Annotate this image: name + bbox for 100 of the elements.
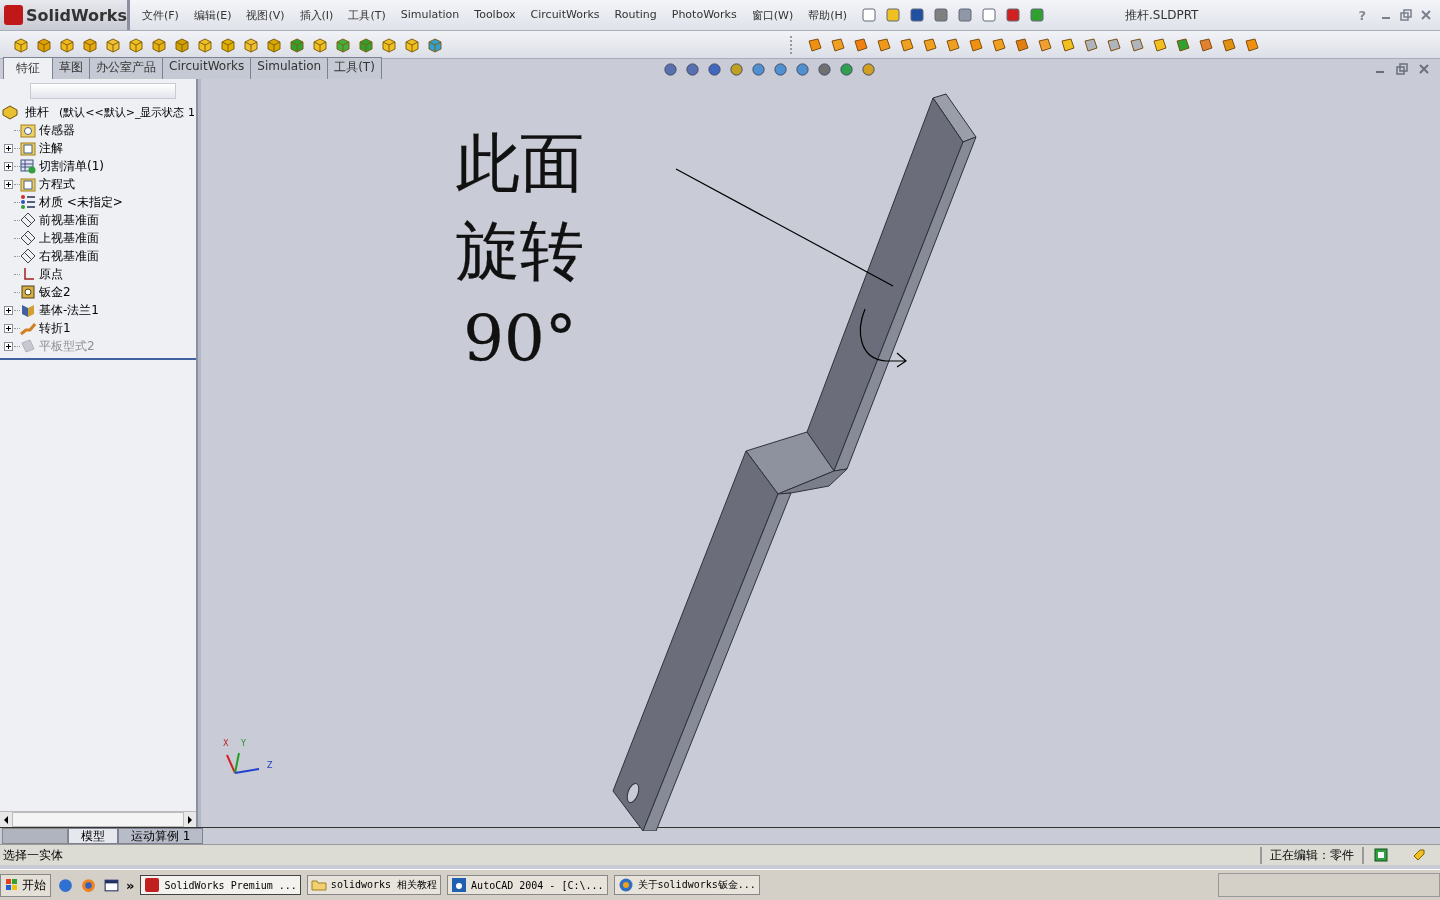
taskbar-button[interactable]: SolidWorks Premium ...: [140, 875, 301, 895]
view-tool-icon[interactable]: [685, 61, 700, 77]
tree-item[interactable]: 钣金2: [39, 283, 71, 301]
menu-item[interactable]: 插入(I): [299, 7, 334, 23]
more-chevron[interactable]: »: [126, 877, 135, 893]
globe-icon[interactable]: [80, 876, 97, 894]
bend-icon: [20, 320, 36, 336]
sheet-metal-tool-icon[interactable]: [1174, 35, 1192, 54]
help-icon[interactable]: [1374, 848, 1388, 862]
sheet-metal-tool-icon[interactable]: [806, 35, 824, 54]
tree-item[interactable]: 方程式: [39, 175, 75, 193]
command-tab[interactable]: CircuitWorks: [162, 57, 252, 79]
app-name: SolidWorks: [25, 5, 127, 25]
menu-item[interactable]: Routing: [614, 7, 657, 23]
gauge-folder-icon: [20, 122, 36, 138]
sheet-metal-tool-icon[interactable]: [898, 35, 916, 54]
menu-item[interactable]: 视图(V): [246, 7, 285, 23]
view-tool-icon[interactable]: [663, 61, 678, 77]
menu-item[interactable]: Simulation: [400, 7, 460, 23]
tree-item[interactable]: 原点: [39, 265, 63, 283]
close-icon[interactable]: [1420, 9, 1432, 21]
sheet-metal-tool-icon[interactable]: [875, 35, 893, 54]
view-tool-icon[interactable]: [729, 61, 744, 77]
toolbar-icon[interactable]: [861, 7, 878, 23]
view-tool-icon[interactable]: [795, 61, 810, 77]
windows-flag-icon: [5, 878, 19, 892]
menu-item[interactable]: CircuitWorks: [530, 7, 600, 23]
view-tool-icon[interactable]: [839, 61, 854, 77]
view-tool-icon[interactable]: [773, 61, 788, 77]
close-icon[interactable]: [1418, 63, 1430, 75]
toolbar-icon[interactable]: [981, 7, 998, 23]
toolbar-icon[interactable]: [885, 7, 902, 23]
command-tab[interactable]: 草图: [52, 57, 90, 79]
expand-icon[interactable]: [3, 323, 13, 333]
menu-item[interactable]: 编辑(E): [193, 7, 232, 23]
expand-icon[interactable]: [3, 161, 13, 171]
scroll-left-icon[interactable]: [2, 814, 10, 825]
sheet-metal-tool-icon[interactable]: [1036, 35, 1054, 54]
taskbar-button[interactable]: 关于solidworks钣金...: [613, 875, 760, 895]
menu-item[interactable]: 工具(T): [348, 7, 386, 23]
menu-item[interactable]: 帮助(H): [808, 7, 848, 23]
part-icon: [2, 104, 18, 120]
sheet-metal-tool-icon[interactable]: [990, 35, 1008, 54]
restore-icon[interactable]: [1400, 9, 1412, 21]
view-tool-icon[interactable]: [707, 61, 722, 77]
tree-item[interactable]: 传感器: [39, 121, 75, 139]
command-tab[interactable]: 特征: [3, 57, 53, 79]
expand-icon[interactable]: [3, 179, 13, 189]
view-tool-icon[interactable]: [751, 61, 766, 77]
tree-item[interactable]: 推杆: [25, 103, 49, 121]
sheet-metal-tool-icon[interactable]: [1059, 35, 1077, 54]
sheet-metal-tool-icon[interactable]: [1105, 35, 1123, 54]
sheet-metal-tool-icon[interactable]: [944, 35, 962, 54]
tree-item[interactable]: 上视基准面: [39, 229, 99, 247]
globe-icon: [617, 877, 634, 893]
menu-item[interactable]: Toolbox: [474, 7, 516, 23]
toolbar-icon[interactable]: [1029, 7, 1046, 23]
toolbar-icon[interactable]: [909, 7, 926, 23]
tag-icon[interactable]: [1412, 848, 1426, 862]
restore-icon[interactable]: [1396, 63, 1408, 75]
sheet-metal-tool-icon[interactable]: [829, 35, 847, 54]
sheet-metal-tool-icon[interactable]: [1013, 35, 1031, 54]
model-tab[interactable]: 运动算例 1: [118, 828, 204, 844]
document-title: 推杆.SLDPRT: [1125, 6, 1199, 24]
tree-item[interactable]: 右视基准面: [39, 247, 99, 265]
tree-item[interactable]: 转折1: [39, 319, 71, 337]
menu-item[interactable]: PhotoWorks: [671, 7, 737, 23]
sheet-metal-tool-icon[interactable]: [1082, 35, 1100, 54]
sheet-metal-tool-icon[interactable]: [1197, 35, 1215, 54]
sheet-metal-tool-icon[interactable]: [852, 35, 870, 54]
expand-icon[interactable]: [3, 143, 13, 153]
tree-item[interactable]: 材质 <未指定>: [39, 193, 123, 211]
sheet-metal-tool-icon[interactable]: [1243, 35, 1261, 54]
command-tab[interactable]: Simulation: [250, 57, 329, 79]
toolbar-icon[interactable]: [933, 7, 950, 23]
toolbar-icon[interactable]: [957, 7, 974, 23]
sheet-metal-tool-icon[interactable]: [1151, 35, 1169, 54]
model-tab[interactable]: 模型: [68, 828, 118, 844]
tree-item[interactable]: 注解: [39, 139, 63, 157]
menu-item[interactable]: 文件(F): [142, 7, 179, 23]
view-tool-icon[interactable]: [861, 61, 876, 77]
view-tool-icon[interactable]: [817, 61, 832, 77]
toolbar-icon[interactable]: [1005, 7, 1022, 23]
panel-splitter-handle[interactable]: [197, 79, 201, 827]
sheet-metal-tool-icon[interactable]: [1128, 35, 1146, 54]
taskbar-button[interactable]: AutoCAD 2004 - [C:\...: [447, 875, 608, 895]
expand-icon[interactable]: [3, 305, 13, 315]
taskbar-button[interactable]: solidworks 相关教程: [306, 875, 442, 895]
menu-item[interactable]: 窗口(W): [751, 7, 794, 23]
tree-item[interactable]: 前视基准面: [39, 211, 99, 229]
tree-item[interactable]: 基体-法兰1: [39, 301, 99, 319]
scroll-right-icon[interactable]: [186, 814, 194, 825]
command-tab[interactable]: 办公室产品: [89, 57, 163, 79]
command-tab[interactable]: 工具(T): [327, 57, 382, 79]
horizontal-scrollbar[interactable]: [0, 811, 196, 827]
tree-item[interactable]: 切割清单(1): [39, 157, 104, 175]
sheet-metal-tool-icon[interactable]: [921, 35, 939, 54]
sheet-metal-tool-icon[interactable]: [1220, 35, 1238, 54]
start-button[interactable]: 开始: [0, 873, 51, 897]
sheet-metal-tool-icon[interactable]: [967, 35, 985, 54]
